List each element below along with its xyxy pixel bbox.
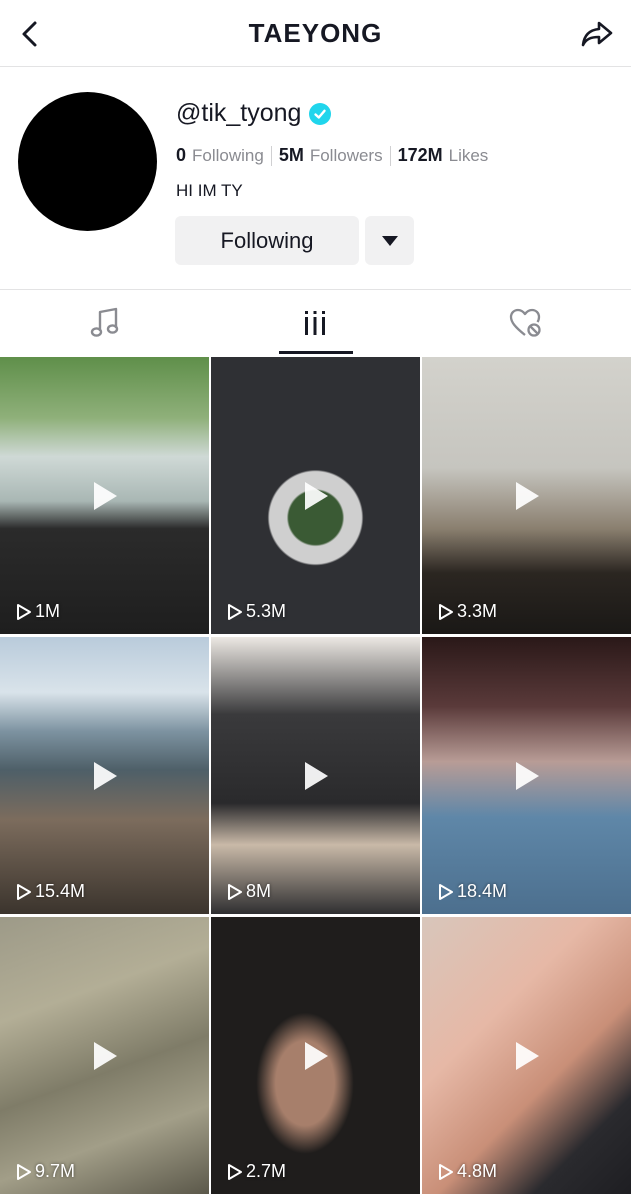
likes-count: 172M [397,145,443,165]
view-count: 9.7M [16,1161,75,1182]
play-outline-icon [439,883,453,900]
caret-down-icon [381,235,398,246]
play-icon [304,1041,328,1070]
video-thumbnail[interactable]: 1M [0,357,209,634]
likes-label: Likes [448,146,489,165]
liked-heart-icon [509,308,541,337]
play-icon [93,761,117,790]
play-outline-icon [228,603,242,620]
view-count-text: 2.7M [246,1161,287,1181]
view-count: 2.7M [227,1161,286,1182]
following-count: 0 [176,145,187,165]
play-outline-icon [17,603,31,620]
profile-section: @tik_tyong 0 Following 5M Followers 172M… [0,67,631,290]
page-title: TAEYONG [248,18,383,48]
video-thumbnail[interactable]: 9.7M [0,917,209,1194]
stat-divider [389,145,391,166]
view-count: 18.4M [438,881,507,902]
likes-stat: 172M Likes [398,145,489,166]
play-outline-icon [228,883,242,900]
avatar[interactable] [18,92,157,231]
music-note-icon [90,307,119,337]
view-count-text: 5.3M [246,601,287,621]
view-count-text: 9.7M [35,1161,76,1181]
stat-divider [270,145,272,166]
followers-stat[interactable]: 5M Followers [279,145,383,166]
video-thumbnail[interactable]: 3.3M [422,357,631,634]
bio: HI IM TY [176,181,243,200]
view-count: 1M [16,601,60,622]
view-count-text: 18.4M [457,881,508,901]
video-thumbnail[interactable]: 4.8M [422,917,631,1194]
video-grid: 1M 5.3M 3.3M 15.4M 8M 18.4M 9.7M 2.7M 4.… [0,357,631,1200]
video-thumbnail[interactable]: 15.4M [0,637,209,914]
username-row: @tik_tyong [176,99,332,128]
play-outline-icon [17,883,31,900]
tab-videos[interactable] [210,290,420,355]
suggested-dropdown-button[interactable] [365,216,414,265]
followers-count: 5M [278,145,304,165]
share-button[interactable] [577,16,617,52]
tab-music[interactable] [0,290,210,355]
view-count-text: 8M [246,881,272,901]
profile-tabs [0,290,631,355]
play-icon [93,1041,117,1070]
followers-label: Followers [309,146,383,165]
play-icon [515,1041,539,1070]
play-icon [515,761,539,790]
following-stat[interactable]: 0 Following [176,145,264,166]
play-icon [515,481,539,510]
video-thumbnail[interactable]: 18.4M [422,637,631,914]
play-outline-icon [439,1163,453,1180]
video-thumbnail[interactable]: 2.7M [211,917,420,1194]
view-count: 8M [227,881,271,902]
active-tab-indicator [279,351,353,354]
username: @tik_tyong [176,99,302,127]
view-count-text: 4.8M [457,1161,498,1181]
share-arrow-icon [581,21,613,47]
view-count: 4.8M [438,1161,497,1182]
profile-stats: 0 Following 5M Followers 172M Likes [176,145,488,166]
video-thumbnail[interactable]: 8M [211,637,420,914]
grid-icon [305,310,325,335]
play-icon [304,761,328,790]
play-outline-icon [228,1163,242,1180]
following-label: Following [192,146,264,165]
play-outline-icon [439,603,453,620]
video-thumbnail[interactable]: 5.3M [211,357,420,634]
top-bar: TAEYONG [0,0,631,67]
view-count-text: 3.3M [457,601,498,621]
tab-liked[interactable] [421,290,631,355]
view-count-text: 1M [35,601,61,621]
view-count: 5.3M [227,601,286,622]
view-count: 15.4M [16,881,85,902]
view-count: 3.3M [438,601,497,622]
play-icon [93,481,117,510]
verified-badge-icon [309,102,332,125]
play-outline-icon [17,1163,31,1180]
following-button[interactable]: Following [175,216,359,265]
play-icon [304,481,328,510]
view-count-text: 15.4M [35,881,86,901]
